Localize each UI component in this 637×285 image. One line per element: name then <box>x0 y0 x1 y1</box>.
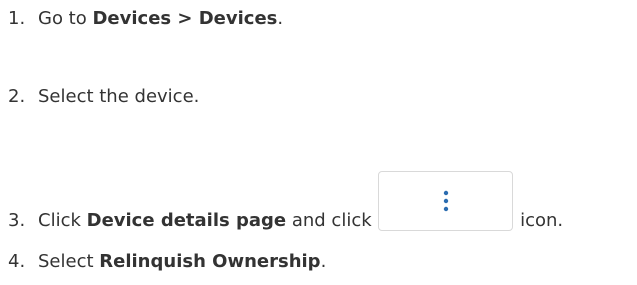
step-text-end: . <box>320 251 327 272</box>
step-text-end: icon. <box>514 210 564 231</box>
menu-path: Devices > Devices <box>92 8 278 29</box>
step-text-end: . <box>277 8 284 29</box>
step-text: Select <box>38 251 100 272</box>
action-name: Relinquish Ownership <box>99 251 321 272</box>
step-1: 1. Go to Devices > Devices. <box>8 7 283 31</box>
step-number: 3. <box>8 210 26 231</box>
page-name: Device details page <box>86 210 287 231</box>
more-options-button[interactable] <box>378 171 514 231</box>
step-text: Go to <box>38 8 93 29</box>
step-3: 3. Click Device details page and click ic… <box>8 171 564 233</box>
step-text: Click <box>38 210 87 231</box>
step-4: 4. Select Relinquish Ownership. <box>8 250 326 274</box>
step-2: 2. Select the device. <box>8 85 199 109</box>
step-number: 4. <box>8 251 26 272</box>
step-number: 1. <box>8 8 26 29</box>
step-text-mid: and click <box>286 210 378 231</box>
step-number: 2. <box>8 86 26 107</box>
step-text: Select the device. <box>38 86 200 107</box>
more-vertical-icon <box>443 190 449 212</box>
